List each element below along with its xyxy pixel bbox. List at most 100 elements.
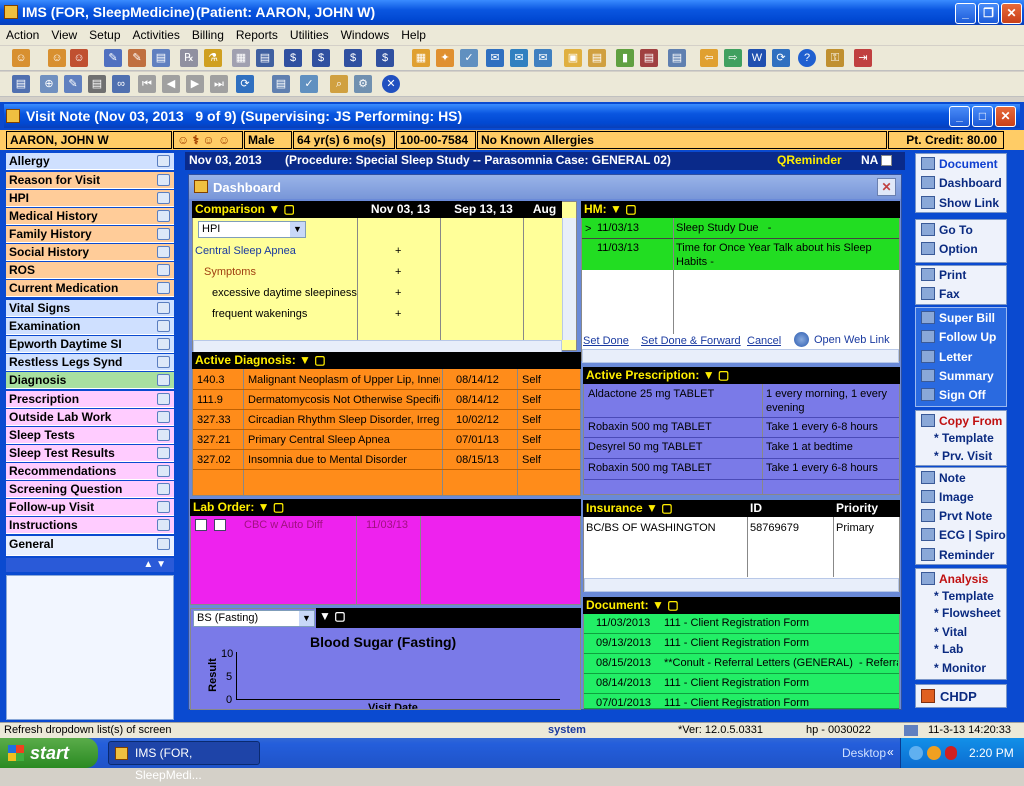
claim-icon[interactable]: $ <box>344 49 362 67</box>
right-button[interactable]: Reminder <box>921 548 994 562</box>
note-icon[interactable] <box>157 302 170 314</box>
note-icon[interactable] <box>157 338 170 350</box>
last-record-icon[interactable]: ⏭ <box>210 75 228 93</box>
document-row[interactable]: 08/15/2013 **Conult - Referral Letters (G… <box>584 654 899 674</box>
menu-utilities[interactable]: Utilities <box>284 28 335 42</box>
tray-network-icon[interactable] <box>909 746 923 760</box>
tasks-icon[interactable]: ✓ <box>460 49 478 67</box>
right-button[interactable]: ECG | Spiro <box>921 528 1006 542</box>
payment-icon[interactable]: $ <box>312 49 330 67</box>
qreminder-link[interactable]: QReminder <box>777 152 842 169</box>
note-icon[interactable] <box>157 228 170 240</box>
provider-icon[interactable]: ☺ <box>48 49 66 67</box>
new-visit-icon[interactable]: ⊕ <box>40 75 58 93</box>
right-button[interactable]: Analysis <box>921 572 988 586</box>
edit-note-icon[interactable]: ✎ <box>64 75 82 93</box>
calendar-icon[interactable]: ▦ <box>412 49 430 67</box>
right-button[interactable]: Sign Off <box>921 388 986 402</box>
cancel-link[interactable]: Cancel <box>747 334 781 348</box>
nav-item[interactable]: Instructions <box>6 517 174 534</box>
note-icon[interactable] <box>157 192 170 204</box>
nav-item[interactable]: Diagnosis <box>6 372 174 389</box>
note-icon[interactable] <box>157 246 170 258</box>
prev-record-icon[interactable]: ◀ <box>162 75 180 93</box>
settings-icon[interactable]: ⚙ <box>354 75 372 93</box>
visit-minimize-button[interactable]: _ <box>949 106 970 127</box>
dashboard-close-button[interactable]: ✕ <box>877 178 896 196</box>
note-icon[interactable] <box>157 282 170 294</box>
statement-icon[interactable]: $ <box>376 49 394 67</box>
taskbar-chevron-icon[interactable]: « <box>887 745 894 759</box>
link-icon[interactable]: ∞ <box>112 75 130 93</box>
nav-item[interactable]: HPI <box>6 190 174 207</box>
right-button[interactable]: Fax <box>921 287 960 301</box>
right-button[interactable]: Copy From <box>921 414 1002 428</box>
patient-icons[interactable]: ☺ ⚕ ☺ ☺ <box>173 131 243 149</box>
insurance-hscroll[interactable] <box>584 578 899 592</box>
note-icon[interactable] <box>157 501 170 513</box>
patient-icon[interactable]: ☺ <box>12 49 30 67</box>
chdp-button[interactable]: CHDP <box>915 684 1007 708</box>
menu-help[interactable]: Help <box>395 28 432 42</box>
note-icon[interactable] <box>157 483 170 495</box>
note-icon[interactable] <box>157 374 170 386</box>
right-button[interactable]: Go To <box>921 223 973 237</box>
note-icon[interactable] <box>157 465 170 477</box>
message-icon[interactable]: ✉ <box>486 49 504 67</box>
exit-icon[interactable]: ⇥ <box>854 49 872 67</box>
note-icon[interactable] <box>157 155 170 167</box>
minimize-button[interactable]: _ <box>955 3 976 24</box>
menu-setup[interactable]: Setup <box>83 28 126 42</box>
nav-item[interactable]: ROS <box>6 262 174 279</box>
na-checkbox[interactable] <box>881 155 892 166</box>
import-icon[interactable]: ⇦ <box>700 49 718 67</box>
menu-view[interactable]: View <box>45 28 83 42</box>
right-button[interactable]: Option <box>921 242 978 256</box>
taskbar-ims-button[interactable]: IMS (FOR, SleepMedi... <box>108 741 260 782</box>
note-icon[interactable] <box>157 411 170 423</box>
right-button[interactable]: * Template <box>934 589 994 603</box>
right-button[interactable]: Dashboard <box>921 176 1002 190</box>
email-icon[interactable]: ✉ <box>534 49 552 67</box>
report-icon[interactable]: ▤ <box>640 49 658 67</box>
right-button[interactable]: * Flowsheet <box>934 606 1001 620</box>
edit-icon[interactable]: ✎ <box>128 49 146 67</box>
visit-maximize-button[interactable]: □ <box>972 106 993 127</box>
staff-icon[interactable]: ☺ <box>70 49 88 67</box>
nav-item[interactable]: Sleep Test Results <box>6 445 174 462</box>
tray-bluetooth-icon[interactable] <box>945 746 957 760</box>
first-record-icon[interactable]: ⏮ <box>138 75 156 93</box>
cancel-icon[interactable]: ✕ <box>382 75 400 93</box>
right-button[interactable]: Prvt Note <box>921 509 992 523</box>
right-button[interactable]: Summary <box>921 369 994 383</box>
menu-billing[interactable]: Billing <box>186 28 230 42</box>
document-row[interactable]: 07/01/2013 111 - Client Registration Form <box>584 694 899 709</box>
chart-icon[interactable]: ▮ <box>616 49 634 67</box>
lab-result-icon[interactable] <box>214 519 226 531</box>
lock-icon[interactable]: ⚿ <box>826 49 844 67</box>
word-icon[interactable]: W <box>748 49 766 67</box>
nav-item[interactable]: Prescription <box>6 391 174 408</box>
menu-action[interactable]: Action <box>0 28 45 42</box>
right-button[interactable]: Print <box>921 268 966 282</box>
hm-hscroll[interactable] <box>582 349 899 363</box>
note-icon[interactable] <box>157 393 170 405</box>
note-icon[interactable] <box>157 538 170 550</box>
fax-icon[interactable]: ✉ <box>510 49 528 67</box>
billing-icon[interactable]: $ <box>284 49 302 67</box>
close-button[interactable]: ✕ <box>1001 3 1022 24</box>
comparison-select[interactable]: HPI ▼ <box>198 221 306 238</box>
note-icon[interactable] <box>157 519 170 531</box>
lab-doc-icon[interactable] <box>195 519 207 531</box>
next-record-icon[interactable]: ▶ <box>186 75 204 93</box>
nav-item[interactable]: General <box>6 536 174 556</box>
copy-icon[interactable]: ▤ <box>668 49 686 67</box>
taskbar-desktop[interactable]: Desktop <box>842 746 886 760</box>
scheduler-icon[interactable]: ✦ <box>436 49 454 67</box>
note-icon[interactable] <box>157 320 170 332</box>
tray-flower-icon[interactable] <box>927 746 941 760</box>
nav-item[interactable]: Recommendations <box>6 463 174 480</box>
right-button[interactable]: * Prv. Visit <box>934 449 992 463</box>
nav-item[interactable]: Medical History <box>6 208 174 225</box>
right-button[interactable]: Image <box>921 490 974 504</box>
